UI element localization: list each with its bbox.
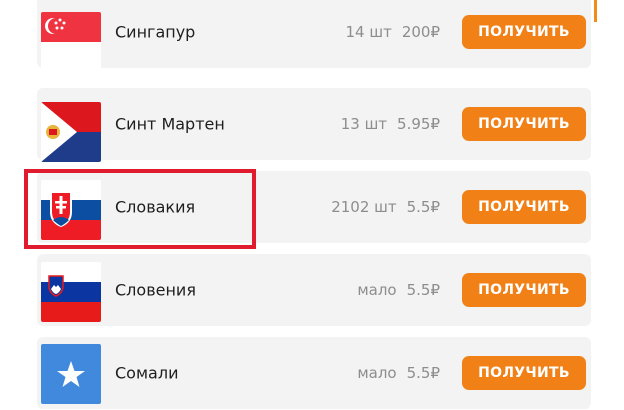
get-number-button[interactable]: ПОЛУЧИТЬ <box>462 190 586 224</box>
country-meta: 14 шт 200₽ <box>345 23 440 41</box>
country-row-slovakia: Словакия 2102 шт 5.5₽ ПОЛУЧИТЬ <box>37 171 591 243</box>
country-row-sint-maarten: Синт Мартен 13 шт 5.95₽ ПОЛУЧИТЬ <box>37 88 591 162</box>
stock-count: мало <box>357 364 397 382</box>
get-number-button[interactable]: ПОЛУЧИТЬ <box>462 15 586 49</box>
country-meta: 13 шт 5.95₽ <box>341 115 440 133</box>
country-meta: 2102 шт 5.5₽ <box>331 198 440 216</box>
scrollbar-thumb[interactable] <box>594 0 597 22</box>
price-label: 5.5₽ <box>406 198 440 216</box>
country-meta: мало 5.5₽ <box>357 281 440 299</box>
price-label: 200₽ <box>401 23 440 41</box>
country-name: Сомали <box>115 363 179 383</box>
price-label: 5.5₽ <box>406 364 440 382</box>
country-meta: мало 5.5₽ <box>357 364 440 382</box>
country-list-page: Сингапур 14 шт 200₽ ПОЛУЧИТЬ Синт Мартен… <box>0 0 624 410</box>
country-name: Словакия <box>115 197 196 217</box>
price-label: 5.5₽ <box>406 281 440 299</box>
sint-maarten-flag-icon <box>41 102 101 162</box>
get-number-button[interactable]: ПОЛУЧИТЬ <box>462 273 586 307</box>
get-number-button[interactable]: ПОЛУЧИТЬ <box>462 107 586 141</box>
country-row-somalia: Сомали мало 5.5₽ ПОЛУЧИТЬ <box>37 337 591 409</box>
stock-count: 2102 шт <box>331 198 397 216</box>
country-name: Синт Мартен <box>115 114 225 134</box>
stock-count: 14 шт <box>345 23 392 41</box>
somalia-flag-icon <box>41 344 101 404</box>
stock-count: 13 шт <box>340 115 388 133</box>
stock-count: мало <box>357 281 397 299</box>
get-number-button[interactable]: ПОЛУЧИТЬ <box>462 356 586 390</box>
country-row-singapore: Сингапур 14 шт 200₽ ПОЛУЧИТЬ <box>37 0 591 72</box>
slovenia-flag-icon <box>41 262 101 322</box>
singapore-flag-icon <box>41 12 101 72</box>
country-name: Словения <box>115 280 196 300</box>
country-row-slovenia: Словения мало 5.5₽ ПОЛУЧИТЬ <box>37 254 591 326</box>
country-name: Сингапур <box>115 22 196 42</box>
slovakia-flag-icon <box>41 180 101 240</box>
price-label: 5.95₽ <box>397 115 440 133</box>
